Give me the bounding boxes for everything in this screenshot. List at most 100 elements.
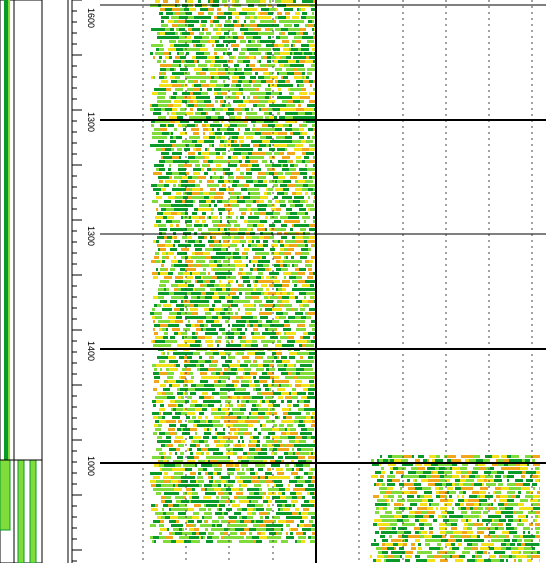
seismic-sample <box>222 16 226 19</box>
seismic-sample <box>224 180 229 183</box>
seismic-sample <box>454 535 461 538</box>
seismic-sample <box>243 88 245 91</box>
seismic-sample <box>289 144 295 147</box>
seismic-sample <box>278 520 286 523</box>
seismic-sample <box>201 448 208 451</box>
seismic-sample <box>229 284 231 287</box>
seismic-sample <box>270 236 274 239</box>
seismic-sample <box>253 524 259 527</box>
seismic-sample <box>151 184 157 187</box>
seismic-sample <box>207 428 209 431</box>
seismic-sample <box>275 68 282 71</box>
seismic-sample <box>271 384 277 387</box>
seismic-sample <box>269 28 273 31</box>
seismic-sample <box>177 524 183 527</box>
seismic-sample <box>258 504 263 507</box>
seismic-sample <box>307 40 314 43</box>
seismic-sample <box>181 376 186 379</box>
seismic-sample <box>180 308 184 311</box>
log-canvas[interactable]: 1600 1300 1300 1400 1000 <box>0 0 546 563</box>
seismic-sample <box>188 520 194 523</box>
seismic-sample <box>192 28 200 31</box>
seismic-sample <box>230 316 232 319</box>
seismic-sample <box>239 228 247 231</box>
seismic-sample <box>215 424 217 427</box>
seismic-sample <box>252 340 257 343</box>
seismic-sample <box>165 244 173 247</box>
seismic-sample <box>186 36 191 39</box>
seismic-sample <box>302 516 308 519</box>
seismic-sample <box>511 547 518 550</box>
seismic-sample <box>248 240 252 243</box>
seismic-sample <box>222 308 224 311</box>
seismic-sample <box>230 500 232 503</box>
seismic-sample <box>312 488 315 491</box>
seismic-sample <box>286 444 294 447</box>
seismic-sample <box>242 392 250 395</box>
seismic-sample <box>288 372 291 375</box>
seismic-sample <box>246 56 249 59</box>
seismic-sample <box>252 52 257 55</box>
seismic-sample <box>171 16 179 19</box>
seismic-sample <box>179 356 184 359</box>
seismic-sample <box>164 76 167 79</box>
seismic-sample <box>190 304 194 307</box>
log-viewer[interactable]: 1600 1300 1300 1400 1000 <box>0 0 546 563</box>
seismic-sample <box>155 428 161 431</box>
seismic-sample <box>211 412 219 415</box>
seismic-sample <box>243 372 245 375</box>
seismic-sample <box>191 384 196 387</box>
seismic-sample <box>183 464 188 467</box>
seismic-sample <box>156 196 162 199</box>
seismic-sample <box>217 524 222 527</box>
seismic-sample <box>226 276 234 279</box>
seismic-sample <box>270 216 278 219</box>
seismic-sample <box>255 472 258 475</box>
seismic-sample <box>210 288 216 291</box>
seismic-sample <box>291 308 293 311</box>
seismic-sample <box>279 316 286 319</box>
seismic-sample <box>293 216 297 219</box>
seismic-sample <box>242 124 247 127</box>
seismic-sample <box>227 468 235 471</box>
seismic-sample <box>285 376 293 379</box>
seismic-sample <box>159 160 165 163</box>
seismic-sample <box>165 536 173 539</box>
seismic-sample <box>269 116 274 119</box>
seismic-sample <box>259 200 264 203</box>
seismic-sample <box>412 455 414 458</box>
seismic-sample <box>203 276 211 279</box>
seismic-sample <box>285 112 291 115</box>
seismic-sample <box>485 495 493 498</box>
seismic-sample <box>202 408 207 411</box>
seismic-sample <box>275 124 283 127</box>
seismic-sample <box>204 484 212 487</box>
seismic-sample <box>532 459 535 462</box>
seismic-sample <box>186 416 190 419</box>
seismic-sample <box>159 412 161 415</box>
seismic-sample <box>277 112 280 115</box>
seismic-sample <box>506 543 510 546</box>
seismic-sample <box>299 380 302 383</box>
seismic-sample <box>179 16 184 19</box>
seismic-sample <box>313 156 315 159</box>
seismic-sample <box>243 108 245 111</box>
seismic-sample <box>253 104 257 107</box>
seismic-sample <box>244 20 246 23</box>
seismic-sample <box>164 456 166 459</box>
seismic-sample <box>169 88 171 91</box>
seismic-sample <box>239 524 242 527</box>
seismic-sample <box>204 236 207 239</box>
seismic-sample <box>199 440 204 443</box>
seismic-sample <box>174 472 178 475</box>
seismic-sample <box>237 68 242 71</box>
seismic-sample <box>469 495 477 498</box>
seismic-sample <box>169 508 171 511</box>
seismic-sample <box>163 216 167 219</box>
seismic-sample <box>209 84 216 87</box>
seismic-sample <box>469 487 473 490</box>
seismic-sample <box>189 448 192 451</box>
seismic-sample <box>263 304 268 307</box>
seismic-sample <box>406 483 414 486</box>
seismic-sample <box>225 400 231 403</box>
